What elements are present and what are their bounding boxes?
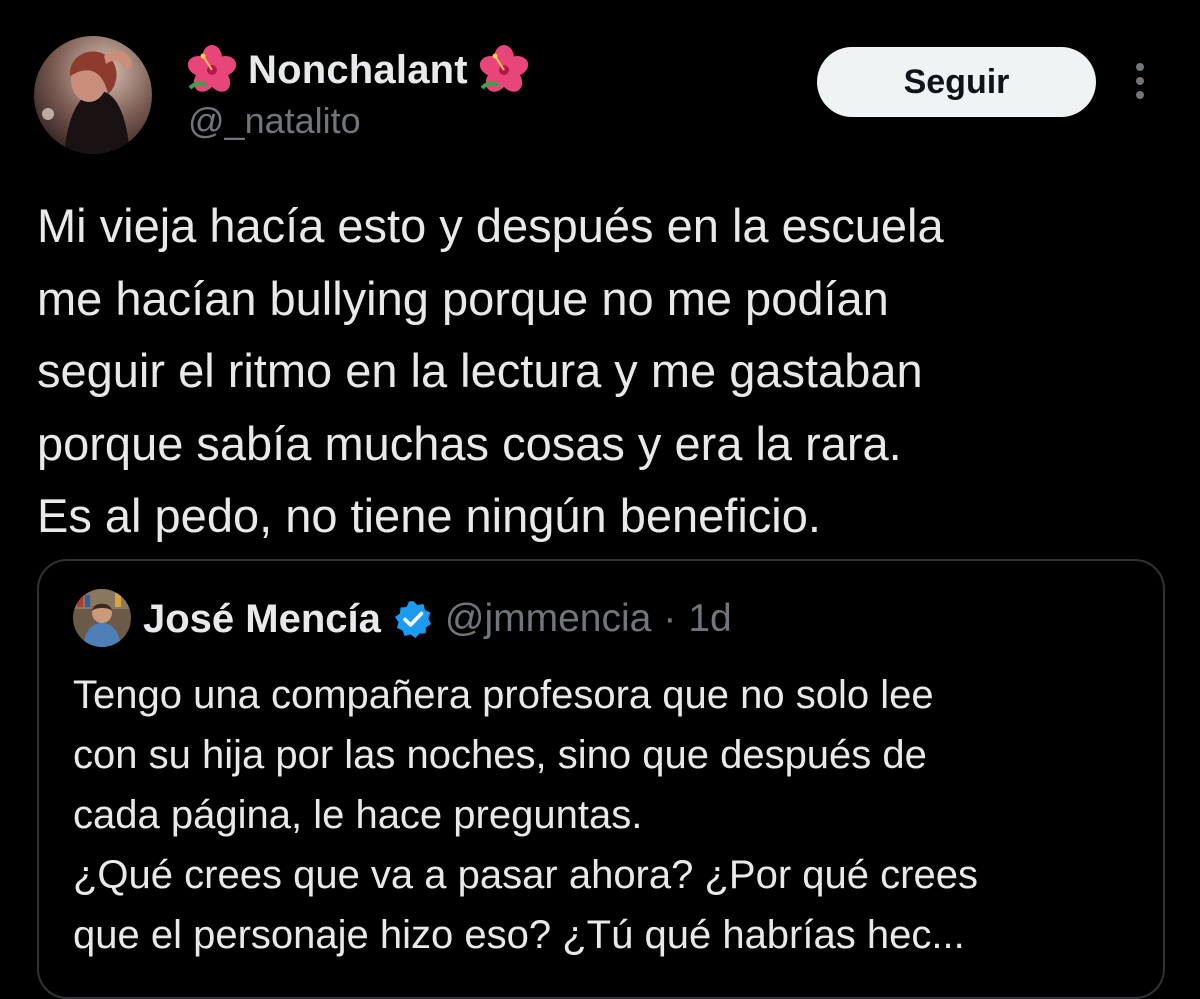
quoted-tweet[interactable]: José Mencía @jmmencia · 1d Tengo una com… (37, 559, 1165, 999)
author-display-name: Nonchalant (248, 47, 468, 92)
quoted-display-name[interactable]: José Mencía (143, 597, 381, 642)
quoted-timestamp[interactable]: 1d (688, 597, 731, 641)
quoted-handle[interactable]: @jmmencia (445, 597, 651, 641)
quoted-tweet-text: Tengo una compañera profesora que no sol… (73, 673, 978, 957)
author-avatar[interactable] (34, 36, 152, 154)
quoted-header: José Mencía @jmmencia · 1d (143, 593, 732, 645)
more-vertical-icon (1133, 61, 1147, 106)
separator-dot: · (663, 597, 677, 640)
hibiscus-flower-icon (478, 44, 530, 96)
more-options-button[interactable] (1120, 58, 1160, 108)
follow-button[interactable]: Seguir (817, 47, 1096, 117)
quoted-author-avatar[interactable] (73, 589, 131, 647)
tweet: Nonchalant @_natalito Seguir Mi vieja ha… (0, 0, 1200, 999)
tweet-text: Mi vieja hacía esto y después en la escu… (37, 199, 944, 542)
author-name-row[interactable]: Nonchalant (186, 44, 530, 96)
hibiscus-flower-icon (186, 44, 238, 96)
verified-badge-icon (393, 599, 433, 639)
author-handle[interactable]: @_natalito (188, 100, 361, 142)
